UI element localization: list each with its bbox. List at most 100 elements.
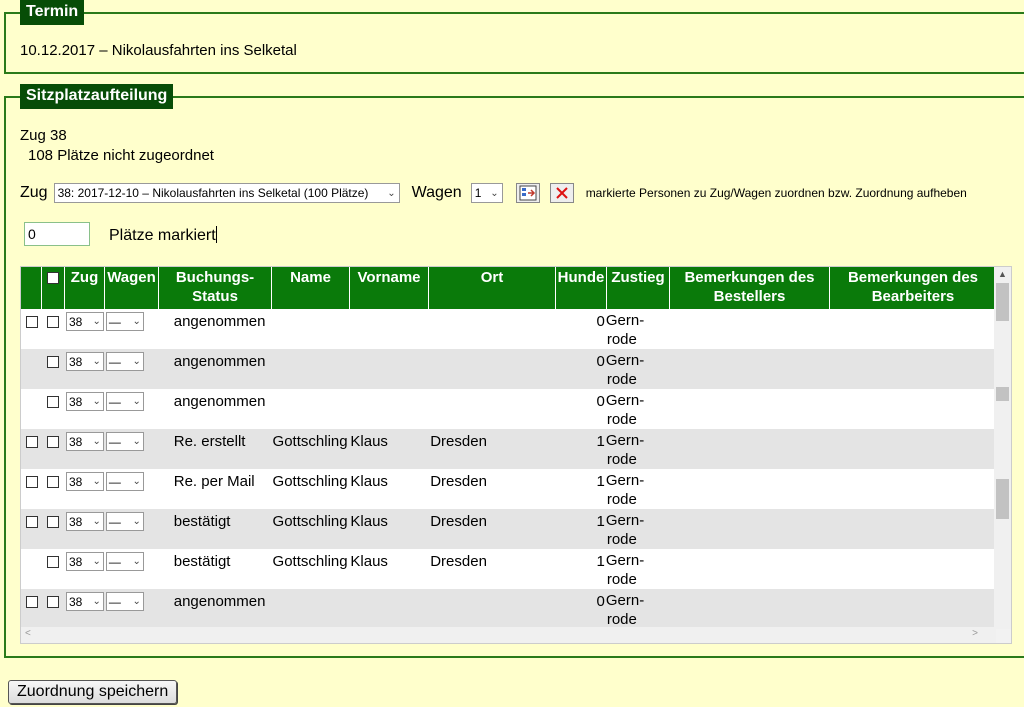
col-header-select-all[interactable] <box>42 267 65 309</box>
scroll-thumb[interactable] <box>996 283 1009 321</box>
row-status: angenommen <box>173 313 266 330</box>
col-header-hunde[interactable]: Hunde <box>556 267 607 309</box>
marked-count-input[interactable]: 0 <box>24 222 90 246</box>
col-header-wagen[interactable]: Wagen <box>105 267 159 309</box>
row-zug-select[interactable]: 38 ⌄ <box>65 512 104 531</box>
scroll-left-arrow-icon[interactable]: < <box>25 628 31 639</box>
row-zug-select[interactable]: 38 ⌄ <box>65 592 104 611</box>
row-zustieg: Gern-rode <box>606 309 669 349</box>
col-header-zug[interactable]: Zug <box>65 267 105 309</box>
remove-assignment-button[interactable] <box>549 183 574 203</box>
row-ort: Dresden <box>430 473 487 490</box>
zug-cell: 38 ⌄ <box>65 349 105 389</box>
row-mark-checkbox[interactable] <box>46 556 59 568</box>
row-wagen-select[interactable]: — ⌄ <box>105 312 144 331</box>
row-zug-value: 38 <box>68 434 83 449</box>
row-name: Gottschling <box>272 433 348 450</box>
row-hunde: 0 <box>596 313 605 330</box>
zug-cell: 38 ⌄ <box>65 389 105 429</box>
row-zug-select[interactable]: 38 ⌄ <box>65 472 104 491</box>
scroll-right-arrow-icon[interactable]: > <box>972 628 978 639</box>
col-header-select <box>21 267 42 309</box>
row-wagen-select[interactable]: — ⌄ <box>105 472 144 491</box>
row-zustieg-line: Gern- <box>605 592 645 609</box>
wagen-cell: — ⌄ <box>105 429 159 469</box>
col-header-zustieg[interactable]: Zustieg <box>607 267 670 309</box>
row-select-cell <box>21 349 42 389</box>
scroll-thumb-marker <box>996 387 1009 401</box>
row-wagen-select[interactable]: — ⌄ <box>105 392 144 411</box>
scroll-up-arrow-icon[interactable]: ▲ <box>994 267 1011 281</box>
row-name <box>272 389 350 429</box>
row-wagen-select[interactable]: — ⌄ <box>105 552 144 571</box>
row-checkbox[interactable] <box>26 476 38 488</box>
col-header-status[interactable]: Buchungs- Status <box>159 267 272 309</box>
row-wagen-select[interactable]: — ⌄ <box>105 512 144 531</box>
row-bem-bearbeiter <box>828 349 994 389</box>
row-vorname: Klaus <box>350 473 388 490</box>
row-mark-checkbox[interactable] <box>46 356 59 368</box>
row-wagen-select[interactable]: — ⌄ <box>105 432 144 451</box>
row-zug-select[interactable]: 38 ⌄ <box>65 352 104 371</box>
row-zustieg-line: Gern- <box>605 472 645 489</box>
row-ort <box>428 349 555 389</box>
row-zustieg-line: Gern- <box>605 552 645 569</box>
row-select-cell <box>21 309 42 349</box>
row-mark-checkbox[interactable] <box>46 596 59 608</box>
select-all-checkbox[interactable] <box>47 272 59 284</box>
assign-button[interactable] <box>515 183 540 203</box>
col-header-bem-besteller[interactable]: Bemerkungen des Bestellers <box>670 267 830 309</box>
table-row: 38 ⌄ — ⌄ bestätigt Gottschling Klaus Dresden 1 Ge… <box>21 509 994 549</box>
row-checkbox[interactable] <box>26 316 38 328</box>
row-bem-bearbeiter <box>828 509 994 549</box>
row-checkbox[interactable] <box>26 436 38 448</box>
save-assignment-button[interactable]: Zuordnung speichern <box>8 680 178 704</box>
row-mark-checkbox[interactable] <box>46 516 59 528</box>
wagen-cell: — ⌄ <box>105 309 159 349</box>
row-wagen-select[interactable]: — ⌄ <box>105 352 144 371</box>
row-mark-checkbox[interactable] <box>46 396 59 408</box>
row-zustieg: Gern-rode <box>606 429 669 469</box>
zug-select[interactable]: 38: 2017-12-10 – Nikolausfahrten ins Sel… <box>53 183 400 203</box>
row-checkbox[interactable] <box>26 596 38 608</box>
col-header-name[interactable]: Name <box>272 267 350 309</box>
row-zug-select[interactable]: 38 ⌄ <box>65 392 104 411</box>
termin-legend: Termin <box>20 0 85 25</box>
row-select-cell <box>21 589 42 629</box>
row-name: Gottschling <box>272 513 348 530</box>
chevron-down-icon: ⌄ <box>92 316 101 327</box>
row-zug-select[interactable]: 38 ⌄ <box>65 552 104 571</box>
row-zug-value: 38 <box>68 314 83 329</box>
row-checkbox[interactable] <box>26 516 38 528</box>
row-vorname: Klaus <box>350 513 388 530</box>
row-mark-checkbox[interactable] <box>46 436 59 448</box>
table-row: 38 ⌄ — ⌄ angenommen 0 Gern-rode <box>21 389 994 429</box>
row-zustieg-line: Gern- <box>605 352 645 369</box>
table-row: 38 ⌄ — ⌄ Re. per Mail Gottschling Klaus Dresden… <box>21 469 994 509</box>
row-vorname <box>349 589 428 629</box>
row-name <box>272 349 350 389</box>
marked-label: Plätze markiert <box>109 226 217 245</box>
col-header-vorname[interactable]: Vorname <box>350 267 429 309</box>
table-row: 38 ⌄ — ⌄ Re. erstellt Gottschling Klaus Dresden… <box>21 429 994 469</box>
row-wagen-select[interactable]: — ⌄ <box>105 592 144 611</box>
row-mark-cell <box>42 309 65 349</box>
wagen-select-value: 1 <box>474 186 482 200</box>
col-header-ort[interactable]: Ort <box>429 267 556 309</box>
row-mark-cell <box>42 429 65 469</box>
wagen-cell: — ⌄ <box>105 589 159 629</box>
vertical-scrollbar[interactable]: ▲ <box>994 267 1011 629</box>
horizontal-scrollbar[interactable]: < > <box>21 627 996 643</box>
row-zug-select[interactable]: 38 ⌄ <box>65 432 104 451</box>
zug-select-value: 38: 2017-12-10 – Nikolausfahrten ins Sel… <box>57 186 369 200</box>
row-status: angenommen <box>173 353 266 370</box>
row-mark-checkbox[interactable] <box>46 476 59 488</box>
wagen-select[interactable]: 1 ⌄ <box>470 183 503 203</box>
row-mark-checkbox[interactable] <box>46 316 59 328</box>
row-zug-select[interactable]: 38 ⌄ <box>65 312 104 331</box>
row-ort <box>428 589 555 629</box>
row-zustieg-line: Gern- <box>605 392 645 409</box>
row-zustieg-line: Gern- <box>605 432 645 449</box>
chevron-down-icon: ⌄ <box>132 436 141 447</box>
col-header-bem-bearbeiter[interactable]: Bemerkungen des Bearbeiters <box>830 267 996 309</box>
